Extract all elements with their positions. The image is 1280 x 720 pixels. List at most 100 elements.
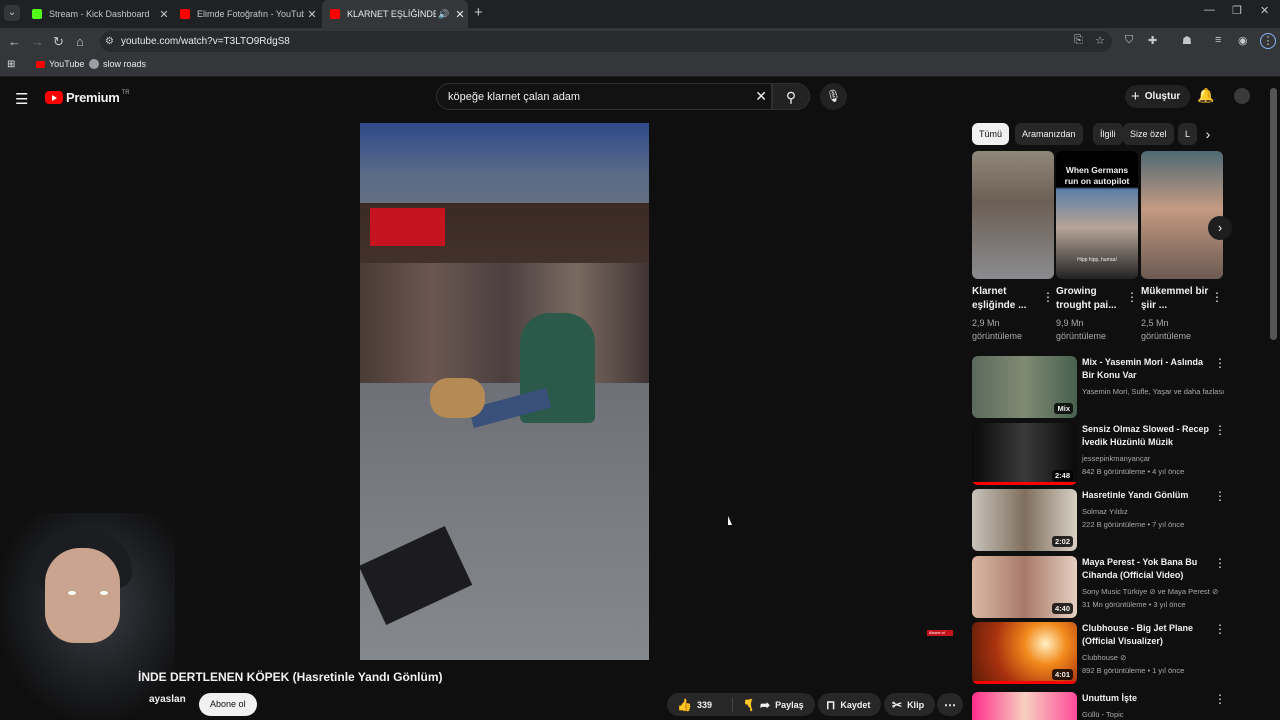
more-vertical-icon[interactable]: ⋮ (1214, 556, 1226, 570)
url-bar[interactable]: ⚙ youtube.com/watch?v=T3LTO9RdgS8 (100, 31, 1112, 52)
incognito-extension-icon[interactable]: ☗ (1182, 34, 1192, 47)
site-info-icon[interactable]: ⚙ (105, 36, 114, 47)
shield-extension-icon[interactable]: ⛉ (1125, 34, 1133, 47)
like-button[interactable]: 👍 339 (667, 697, 733, 712)
chip-all[interactable]: Tümü (972, 123, 1010, 145)
clear-search-icon[interactable]: ✕ (755, 88, 767, 105)
bookmark-star-icon[interactable]: ☆ (1095, 34, 1105, 47)
voice-search-button[interactable]: 🎙 (820, 83, 847, 110)
short-thumbnail[interactable] (1141, 151, 1223, 279)
more-actions-button[interactable]: ⋯ (937, 693, 963, 716)
more-vertical-icon[interactable]: ⋮ (1214, 622, 1226, 636)
back-icon[interactable]: ← (8, 34, 21, 49)
recommendation-channel[interactable]: Sony Music Türkiye ⊘ ve Maya Perest ⊘ (1082, 587, 1218, 596)
recommendation-item[interactable]: 4:01 Clubhouse - Big Jet Plane (Official… (972, 622, 1226, 684)
recommendation-channel[interactable]: Güllü - Topic (1082, 710, 1124, 719)
apps-grid-icon[interactable]: ⊞ (7, 59, 15, 70)
more-vertical-icon[interactable]: ⋮ (1126, 290, 1138, 304)
tab-elimde-fotografin[interactable]: Elimde Fotoğrafın - YouTube ✕ (172, 0, 320, 28)
subscribe-watermark[interactable]: Abone ol (927, 630, 953, 636)
more-vertical-icon[interactable]: ⋮ (1211, 290, 1223, 304)
audio-playing-icon[interactable]: 🔊 (436, 9, 452, 20)
chip-more[interactable]: L (1178, 123, 1198, 145)
cast-icon[interactable]: ⎘ (1074, 34, 1083, 47)
reload-icon[interactable]: ↻ (53, 34, 64, 50)
youtube-favicon-icon (330, 9, 340, 19)
tab-klarnet-active[interactable]: KLARNET EŞLİĞİNDE DERT 🔊 ✕ (322, 0, 468, 28)
video-player[interactable] (360, 123, 649, 660)
home-icon[interactable]: ⌂ (76, 34, 84, 49)
short-views: 9,9 Mn (1056, 318, 1084, 328)
recommendation-item[interactable]: 2:02 Hasretinle Yandı Gönlüm Solmaz Yıld… (972, 489, 1226, 551)
save-button[interactable]: ⊓ Kaydet (818, 693, 882, 716)
more-vertical-icon[interactable]: ⋮ (1214, 489, 1226, 503)
recommendation-channel[interactable]: jessepinkmanyançar (1082, 454, 1150, 463)
recommendation-thumbnail[interactable]: 2:02 (972, 489, 1077, 551)
subscribe-button[interactable]: Abone ol (199, 693, 257, 716)
bookmark-youtube[interactable]: YouTube (36, 59, 84, 69)
short-item[interactable]: Klarnet eşliğinde ... ⋮ 2,9 Mn görüntülem… (972, 151, 1054, 343)
short-views: 2,5 Mn (1141, 318, 1169, 328)
create-button[interactable]: + Oluştur (1125, 85, 1191, 108)
chip-related[interactable]: İlgili (1093, 123, 1123, 145)
notifications-bell-icon[interactable]: 🔔 (1197, 87, 1214, 104)
recommendation-item[interactable]: Mix Mix - Yasemin Mori - Aslında Bir Kon… (972, 356, 1226, 418)
close-window-icon[interactable]: ✕ (1260, 4, 1269, 17)
recommendation-item[interactable]: Unuttum İşte Güllü - Topic ⋮ (972, 692, 1226, 720)
clip-label: Klip (907, 699, 925, 710)
menu-icon[interactable]: ☰ (15, 90, 28, 108)
more-vertical-icon[interactable]: ⋮ (1042, 290, 1054, 304)
watch-progress-bar (972, 681, 1077, 684)
recommendation-thumbnail[interactable]: Mix (972, 356, 1077, 418)
video-frame-crowd (360, 263, 649, 393)
account-avatar[interactable] (1234, 88, 1250, 104)
recommendation-channel[interactable]: Clubhouse ⊘ (1082, 653, 1126, 662)
recommendation-item[interactable]: 2:48 Sensiz Olmaz Slowed - Recep İvedik … (972, 423, 1226, 485)
close-tab-icon[interactable]: ✕ (156, 8, 172, 21)
new-tab-button[interactable]: + (474, 4, 483, 21)
recommendation-item[interactable]: 4:40 Maya Perest - Yok Bana Bu Cihanda (… (972, 556, 1226, 618)
recommendation-thumbnail[interactable]: 4:01 (972, 622, 1077, 684)
share-button[interactable]: ➦ Paylaş (751, 693, 815, 716)
close-tab-icon[interactable]: ✕ (452, 8, 468, 21)
tab-kick-dashboard[interactable]: Stream - Kick Dashboard ✕ (24, 0, 172, 28)
channel-name[interactable]: ayaslan (149, 694, 186, 705)
maximize-icon[interactable]: ❐ (1232, 4, 1242, 17)
extensions-icon[interactable]: ✚ (1148, 34, 1157, 47)
duration-badge: 2:48 (1051, 470, 1073, 481)
recommendation-meta: 842 B görüntüleme • 4 yıl önce (1082, 467, 1185, 476)
more-vertical-icon[interactable]: ⋮ (1214, 692, 1226, 706)
profile-icon[interactable]: ◉ (1238, 34, 1248, 47)
short-thumbnail[interactable]: When Germans run on autopilot Hipp hipp,… (1056, 151, 1138, 279)
search-button[interactable]: ⚲ (772, 83, 810, 110)
shorts-next-icon[interactable]: › (1208, 216, 1232, 240)
chrome-menu-icon[interactable]: ⋮ (1260, 33, 1276, 49)
recommendation-channel[interactable]: Yasemin Mori, Sufle, Yaşar ve daha fazla… (1082, 387, 1224, 396)
more-vertical-icon[interactable]: ⋮ (1214, 356, 1226, 370)
clip-button[interactable]: ✂ Klip (884, 693, 936, 716)
recommendation-thumbnail[interactable]: 4:40 (972, 556, 1077, 618)
recommendation-meta: 31 Mn görüntüleme • 3 yıl önce (1082, 600, 1186, 609)
chip-from-search[interactable]: Aramanızdan (1015, 123, 1083, 145)
tab-search-button[interactable]: ⌄ (4, 5, 20, 21)
page-scrollbar[interactable] (1270, 88, 1277, 340)
search-input[interactable]: köpeğe klarnet çalan adam ✕ (436, 83, 772, 110)
more-vertical-icon[interactable]: ⋮ (1214, 423, 1226, 437)
short-item[interactable]: Mükemmel bir şiir ... ⋮ 2,5 Mn görüntülem… (1141, 151, 1223, 343)
recommendation-channel[interactable]: Solmaz Yıldız (1082, 507, 1128, 516)
recommendation-thumbnail[interactable] (972, 692, 1077, 720)
chips-next-icon[interactable]: › (1197, 123, 1219, 145)
bookmark-slow-roads[interactable]: slow roads (89, 59, 146, 69)
short-title: Growing trought pai... (1056, 286, 1117, 311)
short-thumbnail[interactable] (972, 151, 1054, 279)
forward-icon[interactable]: → (31, 34, 44, 49)
recommendation-thumbnail[interactable]: 2:48 (972, 423, 1077, 485)
chip-for-you[interactable]: Size özel (1123, 123, 1174, 145)
media-control-icon[interactable]: ≡ (1215, 34, 1221, 46)
webcam-eye (100, 591, 108, 595)
youtube-premium-logo[interactable]: Premium TR (45, 90, 130, 105)
minimize-icon[interactable]: — (1204, 4, 1215, 16)
tab-title: Stream - Kick Dashboard (49, 9, 150, 19)
close-tab-icon[interactable]: ✕ (304, 8, 320, 21)
short-item[interactable]: When Germans run on autopilot Hipp hipp,… (1056, 151, 1138, 343)
